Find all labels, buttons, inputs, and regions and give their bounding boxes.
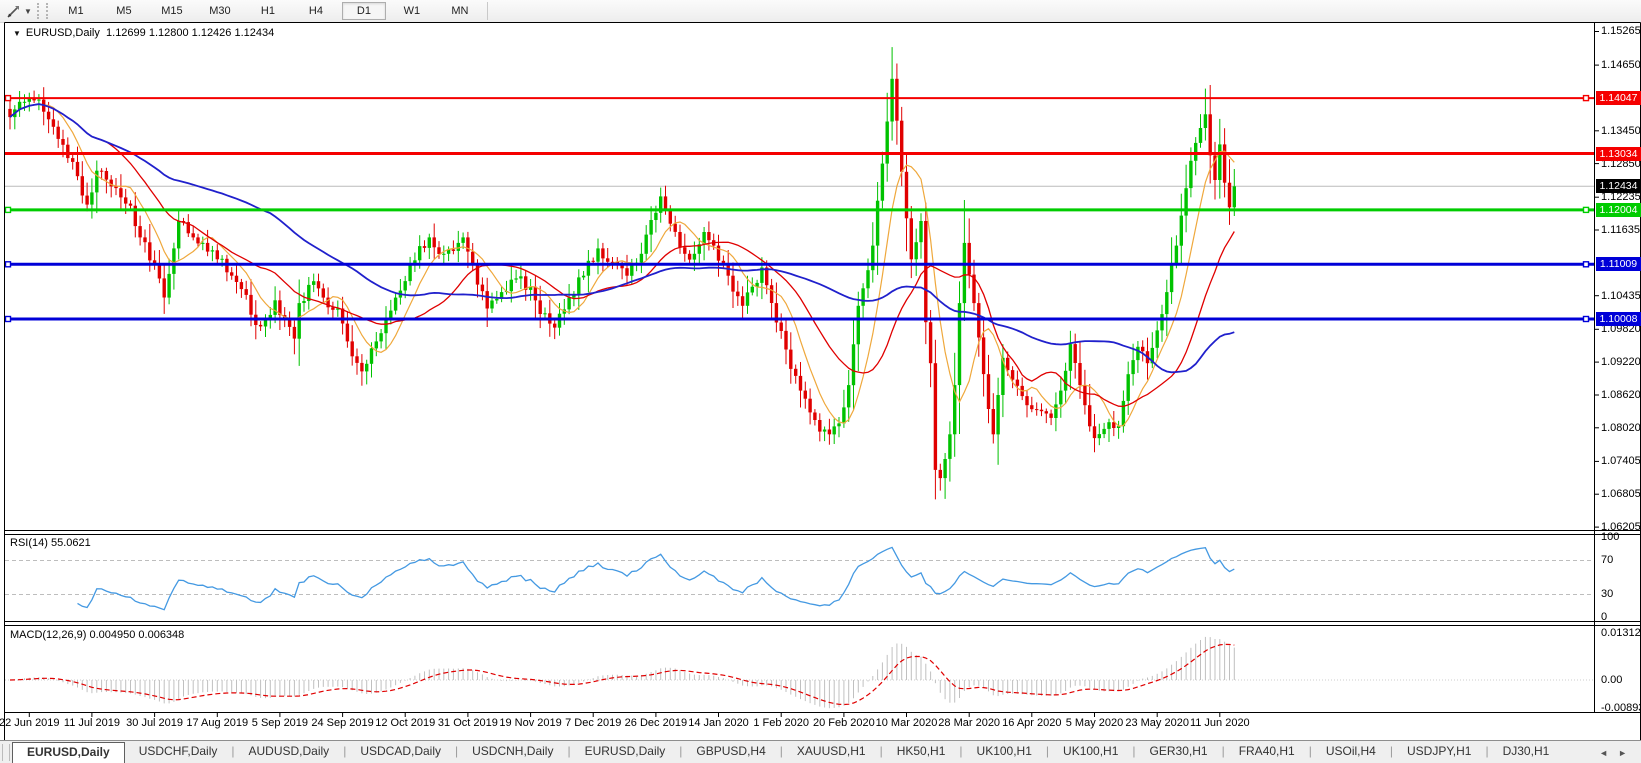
level-line-handle[interactable] — [6, 96, 11, 101]
price-axis-tick: 1.13450 — [1601, 125, 1641, 137]
rsi-axis-tick: 30 — [1601, 588, 1613, 600]
price-axis-tick: 1.08620 — [1601, 389, 1641, 401]
chart-tab-usdchf-daily[interactable]: USDCHF,Daily — [125, 741, 232, 763]
date-axis-label: 28 Mar 2020 — [938, 717, 1000, 729]
date-axis-label: 24 Sep 2019 — [311, 717, 373, 729]
price-axis-tick: 1.08020 — [1601, 422, 1641, 434]
date-axis-label: 12 Oct 2019 — [375, 717, 435, 729]
chart-tab-eurusd-daily[interactable]: EURUSD,Daily — [571, 741, 680, 763]
chart-tab-usoil-h4[interactable]: USOil,H4 — [1312, 741, 1390, 763]
date-axis-label: 11 Jun 2020 — [1190, 717, 1250, 729]
chart-tab-usdcnh-daily[interactable]: USDCNH,Daily — [458, 741, 567, 763]
price-axis-tick: 1.09220 — [1601, 356, 1641, 368]
chart-tab-hk50-h1[interactable]: HK50,H1 — [883, 741, 960, 763]
price-axis-tick: 1.14650 — [1601, 59, 1641, 71]
rsi-axis-tick: 0 — [1601, 611, 1607, 623]
date-axis-label: 16 Apr 2020 — [1002, 717, 1061, 729]
chart-tab-audusd-daily[interactable]: AUDUSD,Daily — [235, 741, 344, 763]
date-axis-label: 14 Jan 2020 — [688, 717, 749, 729]
price-axis-tick: 1.10435 — [1601, 290, 1641, 302]
chart-tab-uk100-h1[interactable]: UK100,H1 — [963, 741, 1046, 763]
level-line-handle[interactable] — [1584, 317, 1589, 322]
chart-tab-uk100-h1[interactable]: UK100,H1 — [1049, 741, 1132, 763]
price-level-badge: 1.13034 — [1596, 147, 1641, 161]
level-line-handle[interactable] — [6, 207, 11, 212]
rsi-indicator-label: RSI(14) 55.0621 — [10, 537, 91, 549]
price-level-badge: 1.12004 — [1596, 203, 1641, 217]
chart-tab-dj30-h1[interactable]: DJ30,H1 — [1489, 741, 1564, 763]
chart-tab-eurusd-daily[interactable]: EURUSD,Daily — [12, 742, 125, 763]
tabbar-grip — [2, 744, 10, 761]
macd-indicator-label: MACD(12,26,9) 0.004950 0.006348 — [10, 629, 184, 641]
level-line-handle[interactable] — [6, 317, 11, 322]
chart-tab-usdjpy-h1[interactable]: USDJPY,H1 — [1393, 741, 1485, 763]
rsi-axis-tick: 70 — [1601, 554, 1613, 566]
date-axis-label: 30 Jul 2019 — [126, 717, 183, 729]
price-axis-tick: 1.07405 — [1601, 455, 1641, 467]
date-axis-label: 17 Aug 2019 — [186, 717, 248, 729]
moving-average-21 — [10, 104, 1234, 406]
date-axis-label: 10 Mar 2020 — [876, 717, 938, 729]
price-level-badge: 1.10008 — [1596, 312, 1641, 326]
price-axis-tick: 1.11635 — [1601, 224, 1640, 236]
level-line-handle[interactable] — [1584, 96, 1589, 101]
date-axis-label: 26 Dec 2019 — [625, 717, 687, 729]
price-axis-tick: 1.06805 — [1601, 488, 1641, 500]
date-axis-label: 19 Nov 2019 — [499, 717, 561, 729]
chart-title-symbol: EURUSD,Daily — [26, 27, 100, 39]
date-axis-label: 22 Jun 2019 — [0, 717, 60, 729]
date-axis-label: 1 Feb 2020 — [753, 717, 809, 729]
tab-scroll-arrows: ◄ ► — [1599, 741, 1641, 763]
rsi-axis-tick: 100 — [1601, 531, 1619, 543]
chart-title-ohlc: 1.12699 1.12800 1.12426 1.12434 — [106, 27, 274, 39]
macd-signal-line — [10, 644, 1234, 704]
macd-axis-tick: -0.008933 — [1601, 702, 1641, 714]
tab-items: EURUSD,DailyUSDCHF,Daily|AUDUSD,Daily|US… — [12, 741, 1563, 763]
chart-tab-ger30-h1[interactable]: GER30,H1 — [1136, 741, 1222, 763]
price-level-badge: 1.11009 — [1596, 257, 1641, 271]
date-axis-label: 7 Dec 2019 — [565, 717, 621, 729]
price-axis-tick: 1.15265 — [1601, 25, 1641, 37]
date-axis-label: 5 Sep 2019 — [252, 717, 308, 729]
chart-tab-fra40-h1[interactable]: FRA40,H1 — [1225, 741, 1309, 763]
trading-terminal: ▼ M1M5M15M30H1H4D1W1MN ▼EURUSD,Daily 1.1… — [0, 0, 1641, 763]
date-axis-label: 5 May 2020 — [1066, 717, 1123, 729]
chart-tab-xauusd-h1[interactable]: XAUUSD,H1 — [783, 741, 880, 763]
price-level-badge: 1.12434 — [1596, 179, 1641, 193]
macd-axis-tick: 0.00 — [1601, 674, 1622, 686]
date-axis-label: 20 Feb 2020 — [813, 717, 875, 729]
price-level-badge: 1.14047 — [1596, 91, 1641, 105]
date-axis-label: 11 Jul 2019 — [64, 717, 120, 729]
tab-scroll-left-icon[interactable]: ◄ — [1599, 748, 1608, 758]
macd-axis-tick: 0.013121 — [1601, 627, 1641, 639]
date-axis-label: 23 May 2020 — [1125, 717, 1189, 729]
level-line-handle[interactable] — [1584, 262, 1589, 267]
level-line-handle[interactable] — [6, 262, 11, 267]
chart-tab-usdcad-daily[interactable]: USDCAD,Daily — [346, 741, 455, 763]
chart-title-collapse-icon[interactable]: ▼ — [13, 29, 21, 38]
tab-scroll-right-icon[interactable]: ► — [1618, 748, 1627, 758]
chart-tab-bar: EURUSD,DailyUSDCHF,Daily|AUDUSD,Daily|US… — [0, 740, 1641, 763]
chart-title: ▼ EURUSD,Daily 1.12699 1.12800 1.12426 1.… — [13, 27, 274, 39]
chart-canvas[interactable] — [0, 0, 1641, 763]
chart-tab-gbpusd-h4[interactable]: GBPUSD,H4 — [682, 741, 779, 763]
date-axis-label: 31 Oct 2019 — [438, 717, 498, 729]
level-line-handle[interactable] — [1584, 207, 1589, 212]
rsi-line — [78, 547, 1235, 609]
